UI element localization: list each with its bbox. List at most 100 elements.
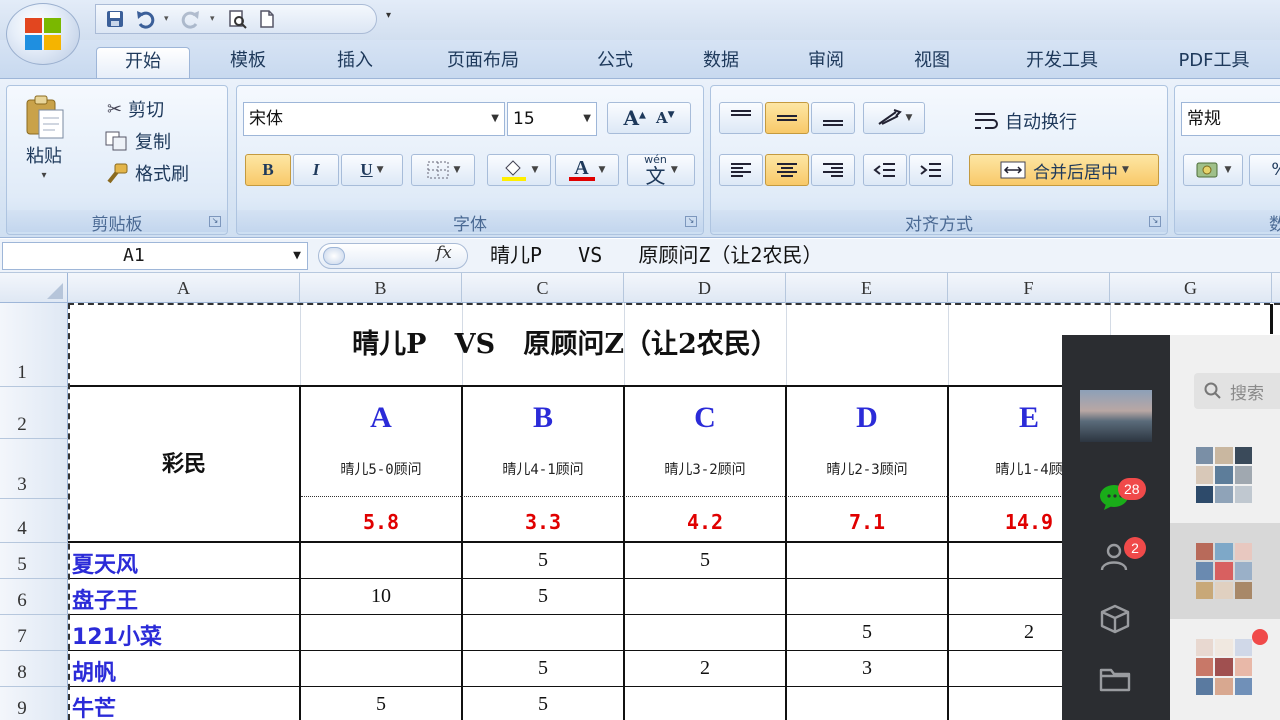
align-bottom-button[interactable] <box>811 102 855 134</box>
row-header-8[interactable]: 8 <box>0 651 68 687</box>
column-header-f[interactable]: F <box>948 273 1110 303</box>
chevron-down-icon[interactable]: ▼ <box>906 113 913 123</box>
increase-indent-button[interactable] <box>909 154 953 186</box>
header-label-cell[interactable]: 彩民 <box>68 387 300 543</box>
row-header-4[interactable]: 4 <box>0 499 68 543</box>
font-name-select[interactable]: 宋体 ▼ <box>243 102 505 136</box>
row-header-1[interactable]: 1 <box>0 303 68 387</box>
column-header-c[interactable]: C <box>462 273 624 303</box>
chevron-down-icon[interactable]: ▼ <box>1225 165 1232 175</box>
avatar[interactable] <box>1080 390 1152 442</box>
tab-templates[interactable]: 模板 <box>205 47 291 78</box>
clipboard-launcher-icon[interactable]: ↘ <box>209 216 221 227</box>
chat-search-box[interactable]: 搜索 <box>1194 373 1280 409</box>
formula-input[interactable]: 晴儿P VS 原顾问Z（让2农民） <box>490 242 822 268</box>
tab-data[interactable]: 数据 <box>678 47 764 78</box>
name-box[interactable]: A1 ▼ <box>2 242 308 270</box>
bet-cell[interactable]: 3 <box>786 657 948 680</box>
format-painter-button[interactable]: 格式刷 <box>105 160 189 186</box>
player-name[interactable]: 牛芒 <box>72 691 116 720</box>
fill-color-button[interactable]: ▼ <box>487 154 551 186</box>
row-header-3[interactable]: 3 <box>0 439 68 499</box>
column-header-b[interactable]: B <box>300 273 462 303</box>
cube-icon[interactable] <box>1096 603 1134 635</box>
align-center-button[interactable] <box>765 154 809 186</box>
underline-button[interactable]: U ▼ <box>341 154 403 186</box>
chevron-down-icon[interactable]: ▼ <box>1122 165 1129 175</box>
row-header-9[interactable]: 9 <box>0 687 68 720</box>
tab-pdf-tools[interactable]: PDF工具 <box>1158 47 1270 78</box>
paste-dropdown-icon[interactable]: ▾ <box>41 170 46 181</box>
grow-font-button[interactable]: A▲ <box>623 106 645 130</box>
bet-cell[interactable]: 5 <box>786 621 948 644</box>
font-size-select[interactable]: 15 ▼ <box>507 102 597 136</box>
insert-function-icon[interactable]: fx <box>436 243 452 263</box>
borders-button[interactable]: ▼ <box>411 154 475 186</box>
bet-cell[interactable]: 5 <box>462 585 624 608</box>
bet-cell[interactable]: 5 <box>624 549 786 572</box>
tab-home[interactable]: 开始 <box>96 47 190 78</box>
player-name[interactable]: 盘子王 <box>72 583 138 615</box>
align-middle-button[interactable] <box>765 102 809 134</box>
bet-cell[interactable]: 5 <box>462 657 624 680</box>
cut-button[interactable]: ✂ 剪切 <box>107 96 164 122</box>
font-color-button[interactable]: A ▼ <box>555 154 619 186</box>
player-name[interactable]: 胡帆 <box>72 655 116 687</box>
copy-button[interactable]: 复制 <box>105 128 171 154</box>
chevron-down-icon[interactable]: ▼ <box>377 165 384 175</box>
undo-icon[interactable] <box>134 8 156 30</box>
align-top-button[interactable] <box>719 102 763 134</box>
conversation-item-selected[interactable] <box>1170 523 1280 619</box>
wrap-text-button[interactable]: 自动换行 <box>973 108 1077 134</box>
align-left-button[interactable] <box>719 154 763 186</box>
merged-title-cell[interactable]: 晴儿P VS 原顾问Z（让2农民） <box>68 303 1062 387</box>
select-all-button[interactable] <box>0 273 68 303</box>
decrease-indent-button[interactable] <box>863 154 907 186</box>
tab-insert[interactable]: 插入 <box>312 47 398 78</box>
bet-cell[interactable]: 5 <box>462 549 624 572</box>
accounting-format-button[interactable]: ▼ <box>1183 154 1243 186</box>
paste-button[interactable]: 粘贴 ▾ <box>21 94 67 181</box>
column-header-e[interactable]: E <box>786 273 948 303</box>
folder-icon[interactable] <box>1096 663 1134 695</box>
row-header-5[interactable]: 5 <box>0 543 68 579</box>
bet-cell[interactable]: 5 <box>462 693 624 716</box>
percent-button[interactable]: % <box>1249 154 1280 186</box>
player-name[interactable]: 夏天风 <box>72 547 138 579</box>
redo-icon[interactable] <box>180 8 202 30</box>
chevron-down-icon[interactable]: ▼ <box>454 165 461 175</box>
undo-dropdown-icon[interactable]: ▾ <box>164 14 172 24</box>
number-format-select[interactable]: 常规 <box>1181 102 1280 136</box>
tab-developer[interactable]: 开发工具 <box>1000 47 1124 78</box>
bet-cell[interactable]: 10 <box>300 585 462 608</box>
chevron-down-icon[interactable]: ▼ <box>532 165 539 175</box>
conversation-item[interactable] <box>1170 427 1280 523</box>
tab-formulas[interactable]: 公式 <box>572 47 658 78</box>
column-header-d[interactable]: D <box>624 273 786 303</box>
alignment-launcher-icon[interactable]: ↘ <box>1149 216 1161 227</box>
tab-page-layout[interactable]: 页面布局 <box>425 47 541 78</box>
conversation-item[interactable] <box>1170 619 1280 715</box>
slider-knob[interactable] <box>323 247 345 265</box>
row-header-6[interactable]: 6 <box>0 579 68 615</box>
orientation-button[interactable]: ▼ <box>863 102 925 134</box>
column-header-a[interactable]: A <box>68 273 300 303</box>
print-preview-icon[interactable] <box>226 8 248 30</box>
office-button[interactable] <box>6 3 80 65</box>
italic-button[interactable]: I <box>293 154 339 186</box>
customize-qat-icon[interactable]: ▾ <box>386 10 391 21</box>
player-name[interactable]: 121小菜 <box>72 619 162 651</box>
tab-review[interactable]: 审阅 <box>783 47 869 78</box>
font-launcher-icon[interactable]: ↘ <box>685 216 697 227</box>
chevron-down-icon[interactable]: ▼ <box>671 165 678 175</box>
align-right-button[interactable] <box>811 154 855 186</box>
save-icon[interactable] <box>104 8 126 30</box>
shrink-font-button[interactable]: A▼ <box>656 109 675 127</box>
bet-cell[interactable]: 5 <box>300 693 462 716</box>
new-document-icon[interactable] <box>256 8 278 30</box>
chevron-down-icon[interactable]: ▼ <box>599 165 606 175</box>
redo-dropdown-icon[interactable]: ▾ <box>210 14 218 24</box>
tab-view[interactable]: 视图 <box>889 47 975 78</box>
bet-cell[interactable]: 2 <box>624 657 786 680</box>
row-header-7[interactable]: 7 <box>0 615 68 651</box>
